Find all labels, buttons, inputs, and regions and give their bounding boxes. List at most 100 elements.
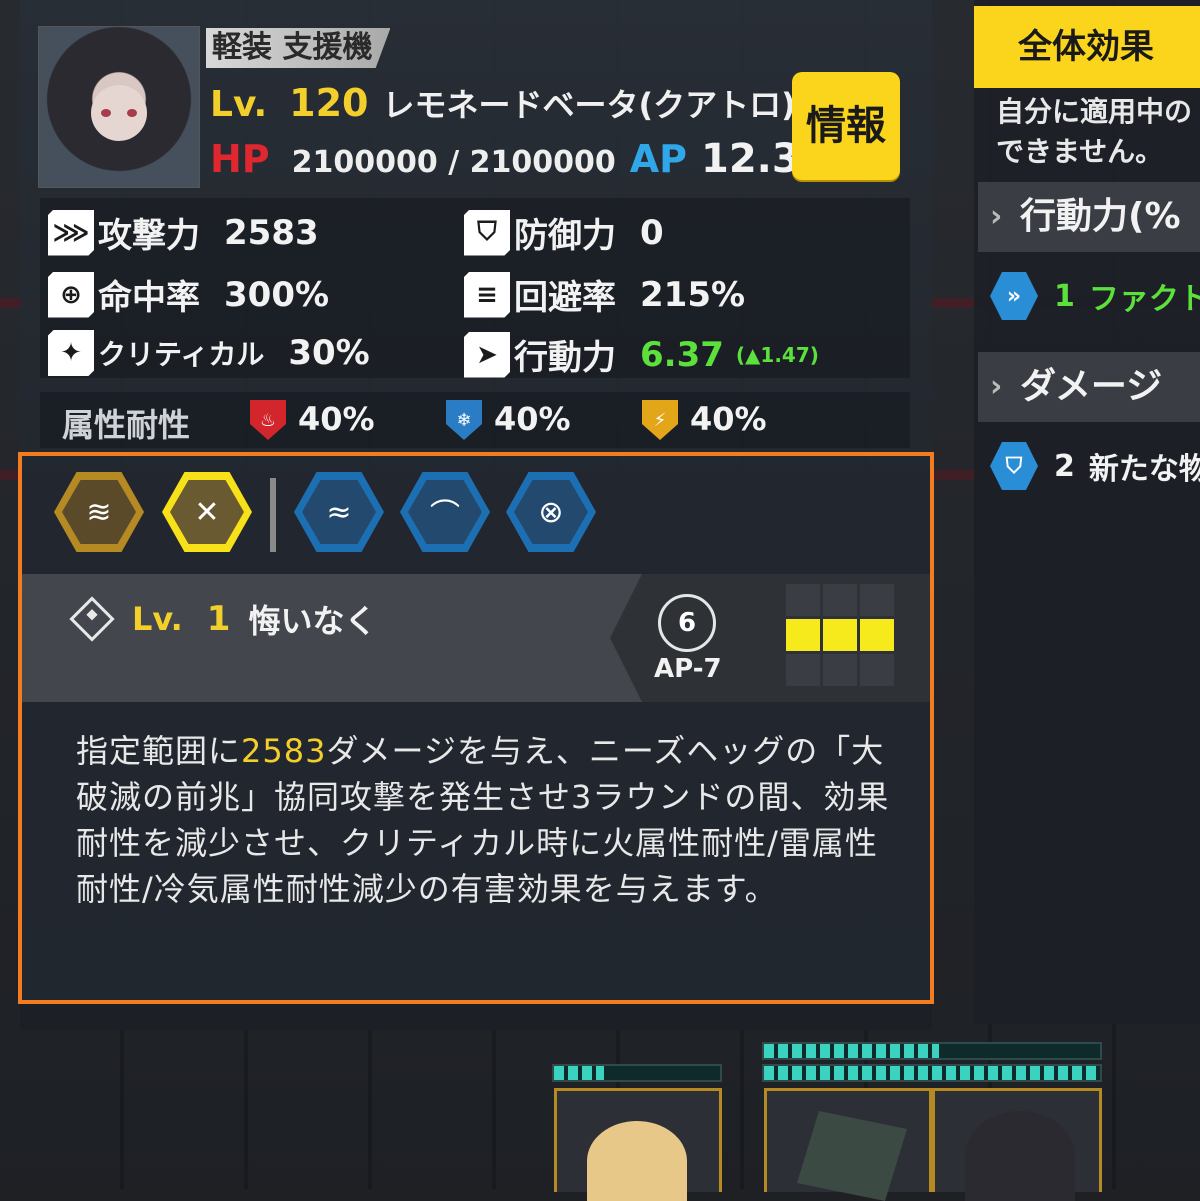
grid-cell: [823, 584, 857, 616]
ice-icon: ❄: [446, 400, 482, 440]
turn-portrait-1[interactable]: [554, 1088, 722, 1201]
skill-area-grid: [786, 584, 898, 690]
stat-defense: ⛉ 防御力 0: [464, 208, 664, 257]
sparkle-icon: ✦: [48, 330, 94, 376]
stat-value: 6.37: [640, 334, 724, 375]
stat-accuracy: ⊕ 命中率 300%: [48, 270, 329, 319]
stat-speed: ➤ 行動力 6.37 (▲1.47): [464, 330, 819, 379]
speed-buff-icon: »: [990, 272, 1038, 320]
hp-label: HP: [210, 137, 270, 181]
note-line: できません。: [996, 135, 1164, 168]
electric-resistance: 40%: [690, 400, 767, 438]
all-effect-tab[interactable]: 全体効果: [974, 6, 1200, 88]
stat-value: 215%: [640, 274, 746, 315]
level-row: Lv. 120 レモネードベータ(クアトロ): [210, 80, 796, 126]
note-line: 自分に適用中の: [996, 95, 1193, 128]
turn-portrait-2[interactable]: [764, 1088, 932, 1201]
skill-5-icon[interactable]: ⊗: [506, 472, 596, 552]
skill-damage-value: 2583: [241, 732, 327, 770]
skill-4-icon[interactable]: ⌒: [400, 472, 490, 552]
skill-name: 悔いなく: [248, 602, 377, 640]
skill-ap-cost: AP-7: [654, 654, 722, 684]
unit-name: レモネードベータ(クアトロ): [382, 86, 796, 124]
stat-label: 行動力: [514, 338, 616, 378]
stat-value: 0: [640, 212, 664, 253]
diamond-icon: [69, 596, 115, 642]
shield-buff-icon: ⛉: [990, 442, 1038, 490]
unit-portrait[interactable]: [38, 26, 200, 188]
stat-delta: (▲1.47): [735, 342, 819, 367]
resistance-panel: 属性耐性 ♨ 40% ❄ 40% ⚡ 40%: [40, 392, 910, 448]
chevron-right-icon: ›: [990, 199, 1003, 234]
skill-header: Lv. 1 悔いなく 6 AP-7: [22, 574, 930, 702]
crosshair-icon: ⊕: [48, 271, 94, 318]
stat-evasion: ≡ 回避率 215%: [464, 270, 745, 319]
stat-critical: ✦ クリティカル 30%: [48, 330, 370, 376]
effect-item-1[interactable]: » 1 ファクト: [990, 272, 1200, 320]
grid-cell: [786, 619, 820, 651]
hp-ap-row: HP 2100000 / 2100000 AP 12.37: [210, 136, 828, 182]
skill-desc-text: 指定範囲に: [76, 732, 242, 770]
effect-item-num: 1: [1054, 278, 1075, 314]
turn-gauge: [762, 1042, 1102, 1060]
effect-item-text: 新たな物: [1088, 452, 1200, 487]
ice-resistance: 40%: [494, 400, 571, 438]
turn-portrait-3[interactable]: [932, 1088, 1102, 1201]
target-range-icon: 6: [658, 594, 716, 652]
grid-cell: [823, 654, 857, 686]
shield-icon: ⛉: [464, 209, 510, 256]
skill-range: 6: [677, 608, 697, 638]
skill-1-icon[interactable]: ≋: [54, 472, 144, 552]
attack-icon: ⋙: [48, 209, 94, 256]
section-title: 行動力(%: [1020, 196, 1181, 237]
grid-cell: [786, 584, 820, 616]
portrait-face: [91, 85, 147, 141]
stat-label: 命中率: [98, 278, 200, 318]
chevron-right-icon: ›: [990, 369, 1003, 404]
stat-attack: ⋙ 攻撃力 2583: [48, 208, 319, 257]
stat-label: 攻撃力: [98, 216, 200, 256]
level-label: Lv.: [210, 84, 268, 125]
stat-value: 30%: [288, 333, 370, 373]
stat-label: 回避率: [514, 278, 616, 318]
hp-value: 2100000 / 2100000: [291, 145, 616, 180]
info-button[interactable]: 情報: [792, 72, 900, 180]
stat-value: 300%: [224, 274, 330, 315]
stat-value: 2583: [224, 212, 319, 253]
skill-3-icon[interactable]: ≈: [294, 472, 384, 552]
skill-level: 1: [206, 599, 231, 639]
stat-label: 防御力: [514, 216, 616, 256]
ap-label: AP: [629, 137, 688, 181]
effect-item-text: ファクト: [1088, 282, 1200, 317]
skill-detail-box: ≋ ✕ ≈ ⌒ ⊗ Lv. 1 悔いなく 6 AP-7 指定範囲に2583ダメー…: [18, 452, 934, 1004]
electric-icon: ⚡: [642, 400, 678, 440]
grid-cell: [823, 619, 857, 651]
effect-item-2[interactable]: ⛉ 2 新たな物: [990, 442, 1200, 490]
portrait-eye: [101, 109, 111, 117]
evasion-icon: ≡: [464, 271, 510, 318]
grid-cell: [860, 654, 894, 686]
turn-gauge: [762, 1064, 1102, 1082]
arrow-icon: ➤: [464, 331, 510, 378]
skill-level-row: Lv. 1 悔いなく: [69, 596, 377, 642]
fire-icon: ♨: [250, 400, 286, 440]
grid-cell: [786, 654, 820, 686]
effect-item-num: 2: [1054, 448, 1075, 484]
skill-description: 指定範囲に2583ダメージを与え、ニーズヘッグの「大破滅の前兆」協同攻撃を発生さ…: [76, 728, 896, 912]
turn-gauge: [552, 1064, 722, 1082]
right-note: 自分に適用中の できません。: [996, 92, 1192, 172]
section-speed[interactable]: › 行動力(%: [978, 182, 1200, 252]
level-value: 120: [289, 81, 369, 125]
class-tag: 軽装 支援機: [206, 28, 391, 68]
skill-2-icon[interactable]: ✕: [162, 472, 252, 552]
section-damage[interactable]: › ダメージ: [978, 352, 1200, 422]
stat-label: クリティカル: [98, 338, 265, 371]
section-title: ダメージ: [1020, 366, 1163, 407]
fire-resistance: 40%: [298, 400, 375, 438]
resistance-label: 属性耐性: [62, 406, 191, 444]
grid-cell: [860, 584, 894, 616]
grid-cell: [860, 619, 894, 651]
skill-level-label: Lv.: [132, 600, 183, 638]
portrait-eye: [127, 109, 137, 117]
skill-separator: [270, 478, 276, 552]
